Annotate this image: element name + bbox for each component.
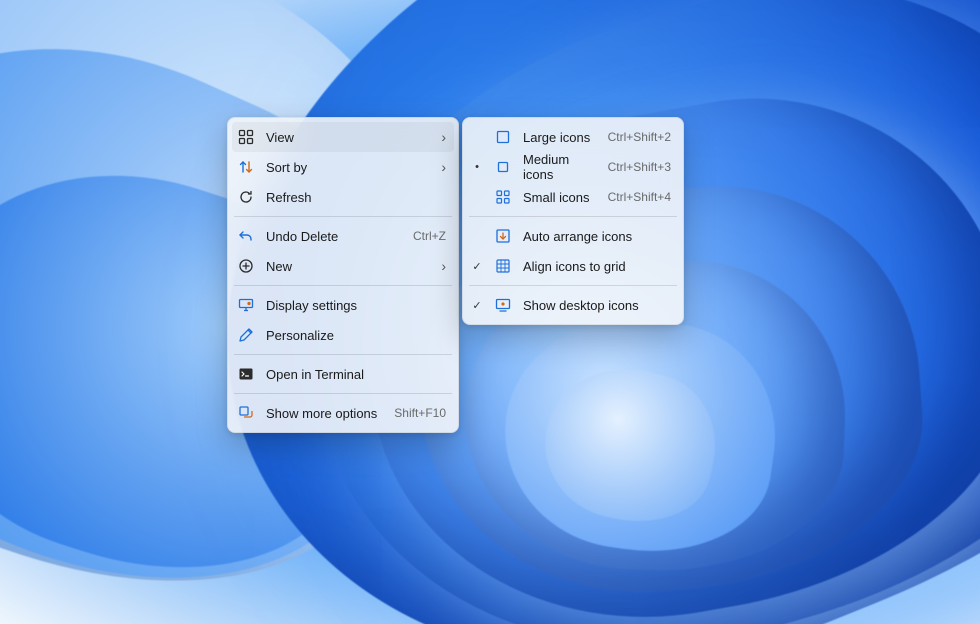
menu-separator [234,216,452,217]
desktop-context-menu: View › Sort by › Refresh Undo Delete Ctr… [227,117,459,433]
menu-item-label: Open in Terminal [266,367,446,382]
menu-item-undo-delete[interactable]: Undo Delete Ctrl+Z [232,221,454,251]
menu-item-label: Show more options [266,406,382,421]
menu-item-sort-by[interactable]: Sort by › [232,152,454,182]
submenu-item-large-icons[interactable]: Large icons Ctrl+Shift+2 [467,122,679,152]
submenu-item-auto-arrange[interactable]: Auto arrange icons [467,221,679,251]
menu-separator [234,285,452,286]
menu-item-label: Auto arrange icons [523,229,671,244]
check-indicator: ✓ [471,299,483,312]
align-grid-icon [495,258,511,274]
sort-icon [238,159,254,175]
auto-arrange-icon [495,228,511,244]
menu-item-shortcut: Ctrl+Shift+3 [608,160,671,174]
menu-item-label: Display settings [266,298,446,313]
submenu-item-small-icons[interactable]: Small icons Ctrl+Shift+4 [467,182,679,212]
menu-separator [469,216,677,217]
medium-icons-icon [495,159,511,175]
menu-item-shortcut: Ctrl+Shift+2 [608,130,671,144]
menu-separator [234,354,452,355]
menu-item-display-settings[interactable]: Display settings [232,290,454,320]
chevron-right-icon: › [441,160,446,174]
small-icons-icon [495,189,511,205]
menu-item-label: Medium icons [523,152,596,182]
menu-item-new[interactable]: New › [232,251,454,281]
menu-item-label: Show desktop icons [523,298,671,313]
menu-item-open-terminal[interactable]: Open in Terminal [232,359,454,389]
menu-item-show-more-options[interactable]: Show more options Shift+F10 [232,398,454,428]
menu-separator [234,393,452,394]
submenu-item-medium-icons[interactable]: • Medium icons Ctrl+Shift+3 [467,152,679,182]
view-submenu: Large icons Ctrl+Shift+2 • Medium icons … [462,117,684,325]
menu-item-shortcut: Ctrl+Shift+4 [608,190,671,204]
menu-item-view[interactable]: View › [232,122,454,152]
menu-item-refresh[interactable]: Refresh [232,182,454,212]
large-icons-icon [495,129,511,145]
menu-item-label: Large icons [523,130,596,145]
menu-item-label: Personalize [266,328,446,343]
new-icon [238,258,254,274]
menu-item-label: Refresh [266,190,446,205]
submenu-item-align-to-grid[interactable]: ✓ Align icons to grid [467,251,679,281]
menu-separator [469,285,677,286]
menu-item-label: View [266,130,429,145]
view-icon [238,129,254,145]
menu-item-shortcut: Shift+F10 [394,406,446,420]
display-settings-icon [238,297,254,313]
show-more-icon [238,405,254,421]
menu-item-label: Undo Delete [266,229,401,244]
radio-indicator: • [471,161,483,173]
terminal-icon [238,366,254,382]
submenu-item-show-desktop-icons[interactable]: ✓ Show desktop icons [467,290,679,320]
menu-item-label: Small icons [523,190,596,205]
menu-item-label: Align icons to grid [523,259,671,274]
desktop-icons-icon [495,297,511,313]
menu-item-label: New [266,259,429,274]
check-indicator: ✓ [471,260,483,273]
menu-item-label: Sort by [266,160,429,175]
chevron-right-icon: › [441,259,446,273]
refresh-icon [238,189,254,205]
personalize-icon [238,327,254,343]
menu-item-shortcut: Ctrl+Z [413,229,446,243]
undo-icon [238,228,254,244]
chevron-right-icon: › [441,130,446,144]
menu-item-personalize[interactable]: Personalize [232,320,454,350]
